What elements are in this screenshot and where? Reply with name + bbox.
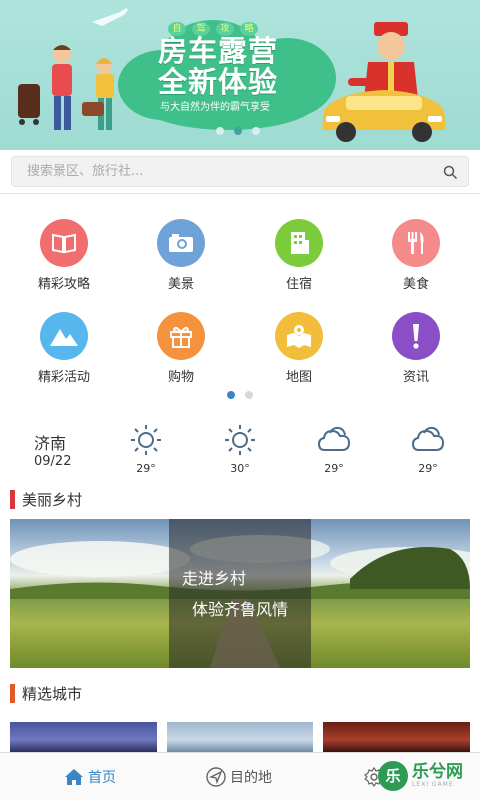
category-lodging[interactable]: 住宿 bbox=[249, 219, 349, 292]
weather-temp: 30° bbox=[230, 462, 250, 475]
promo-banner[interactable]: 自 驾 攻 略 房车露营 全新体验 与大自然为伴的霸气享受 bbox=[0, 0, 480, 150]
book-icon bbox=[52, 233, 76, 254]
weather-temp: 29° bbox=[418, 462, 438, 475]
caption-overlay bbox=[169, 519, 311, 668]
category-label: 精彩活动 bbox=[37, 370, 90, 385]
fork-knife-icon bbox=[408, 232, 424, 254]
banner-subtitle: 与大自然为伴的霸气享受 bbox=[160, 102, 270, 113]
category-scenery[interactable]: 美景 bbox=[131, 219, 231, 292]
city-image-strip bbox=[10, 722, 470, 752]
weather-day: 29° bbox=[408, 424, 448, 475]
pager-dot[interactable] bbox=[252, 127, 260, 135]
category-icon-bg bbox=[275, 219, 323, 267]
pager-dot[interactable] bbox=[245, 391, 253, 399]
section-header-village: 美丽乡村 bbox=[10, 489, 82, 509]
city-thumbnail[interactable] bbox=[10, 722, 157, 752]
app-screen: 自 驾 攻 略 房车露营 全新体验 与大自然为伴的霸气享受 搜索景区、旅行社..… bbox=[0, 0, 480, 800]
banner-title-line1: 房车露营 bbox=[158, 34, 279, 68]
section-accent-bar bbox=[10, 683, 15, 703]
category-news[interactable]: 资讯 bbox=[366, 312, 466, 385]
category-label: 住宿 bbox=[285, 277, 312, 292]
banner-title-line2: 全新体验 bbox=[158, 65, 279, 99]
banner-pager[interactable] bbox=[216, 127, 260, 135]
city-thumbnail[interactable] bbox=[167, 722, 313, 752]
category-label: 购物 bbox=[167, 370, 194, 385]
section-header-city: 精选城市 bbox=[10, 683, 82, 703]
pager-dot-active[interactable] bbox=[227, 391, 235, 399]
category-label: 美食 bbox=[402, 277, 429, 292]
category-icon-bg bbox=[392, 219, 440, 267]
category-icon-bg bbox=[392, 312, 440, 360]
section-title: 精选城市 bbox=[22, 684, 83, 703]
travelers-illustration bbox=[18, 45, 114, 130]
section-title: 美丽乡村 bbox=[22, 490, 83, 509]
category-food[interactable]: 美食 bbox=[366, 219, 466, 292]
city-thumbnail[interactable] bbox=[323, 722, 470, 752]
sun-icon bbox=[131, 425, 161, 455]
category-label: 精彩攻略 bbox=[37, 277, 90, 292]
category-icon-bg bbox=[157, 219, 205, 267]
weather-temp: 29° bbox=[136, 462, 156, 475]
weather-day: 29° bbox=[126, 424, 166, 475]
pager-dot-active[interactable] bbox=[234, 127, 242, 135]
category-map[interactable]: 地图 bbox=[249, 312, 349, 385]
category-label: 美景 bbox=[167, 277, 194, 292]
sun-icon bbox=[225, 425, 255, 455]
category-icon-bg bbox=[40, 219, 88, 267]
search-box[interactable] bbox=[11, 156, 469, 187]
tab-home[interactable]: 首页 bbox=[64, 753, 116, 800]
mountain-icon bbox=[50, 329, 78, 346]
home-icon bbox=[65, 769, 83, 785]
tab-label: 目的地 bbox=[230, 770, 272, 786]
category-icon-bg bbox=[275, 312, 323, 360]
category-icon-bg bbox=[157, 312, 205, 360]
cloud-icon bbox=[317, 426, 351, 451]
exclamation-icon bbox=[413, 324, 419, 349]
tab-destination[interactable]: 目的地 bbox=[206, 753, 272, 800]
pager-dot[interactable] bbox=[216, 127, 224, 135]
weather-city: 济南 bbox=[34, 434, 67, 453]
category-shopping[interactable]: 购物 bbox=[131, 312, 231, 385]
category-icon-bg bbox=[40, 312, 88, 360]
map-icon bbox=[287, 325, 311, 348]
category-label: 地图 bbox=[285, 370, 312, 385]
caption-line2: 体验齐鲁风情 bbox=[192, 600, 289, 619]
search-input[interactable] bbox=[12, 157, 422, 186]
cloud-icon bbox=[411, 426, 445, 451]
weather-temp: 29° bbox=[324, 462, 344, 475]
category-label: 资讯 bbox=[402, 370, 429, 385]
tab-label: 首页 bbox=[88, 770, 116, 786]
watermark-emblem: 乐 bbox=[378, 761, 408, 791]
gift-icon bbox=[170, 326, 192, 348]
camera-icon bbox=[169, 234, 193, 252]
caption-line1: 走进乡村 bbox=[182, 569, 247, 588]
watermark-sub: LEXI GAME bbox=[412, 781, 454, 788]
village-feature-image[interactable]: 走进乡村 体验齐鲁风情 bbox=[10, 519, 470, 668]
category-pager[interactable] bbox=[227, 391, 253, 399]
weather-day: 30° bbox=[220, 424, 260, 475]
category-activities[interactable]: 精彩活动 bbox=[14, 312, 114, 385]
search-bar bbox=[0, 150, 480, 194]
watermark-brand: 乐兮网 bbox=[412, 762, 463, 782]
category-guides[interactable]: 精彩攻略 bbox=[14, 219, 114, 292]
search-icon[interactable] bbox=[443, 165, 458, 180]
section-accent-bar bbox=[10, 489, 15, 509]
watermark-logo: 乐 乐兮网 LEXI GAME bbox=[378, 754, 474, 798]
weather-date: 09/22 bbox=[34, 454, 72, 469]
weather-widget[interactable]: 济南 09/22 29° 30° 29° 29° bbox=[0, 420, 480, 478]
banner-title: 房车露营 全新体验 bbox=[158, 36, 278, 98]
building-icon bbox=[291, 232, 309, 254]
bellboy-car-illustration bbox=[322, 22, 446, 142]
navigation-arrow-icon bbox=[206, 767, 226, 787]
weather-day: 29° bbox=[314, 424, 354, 475]
